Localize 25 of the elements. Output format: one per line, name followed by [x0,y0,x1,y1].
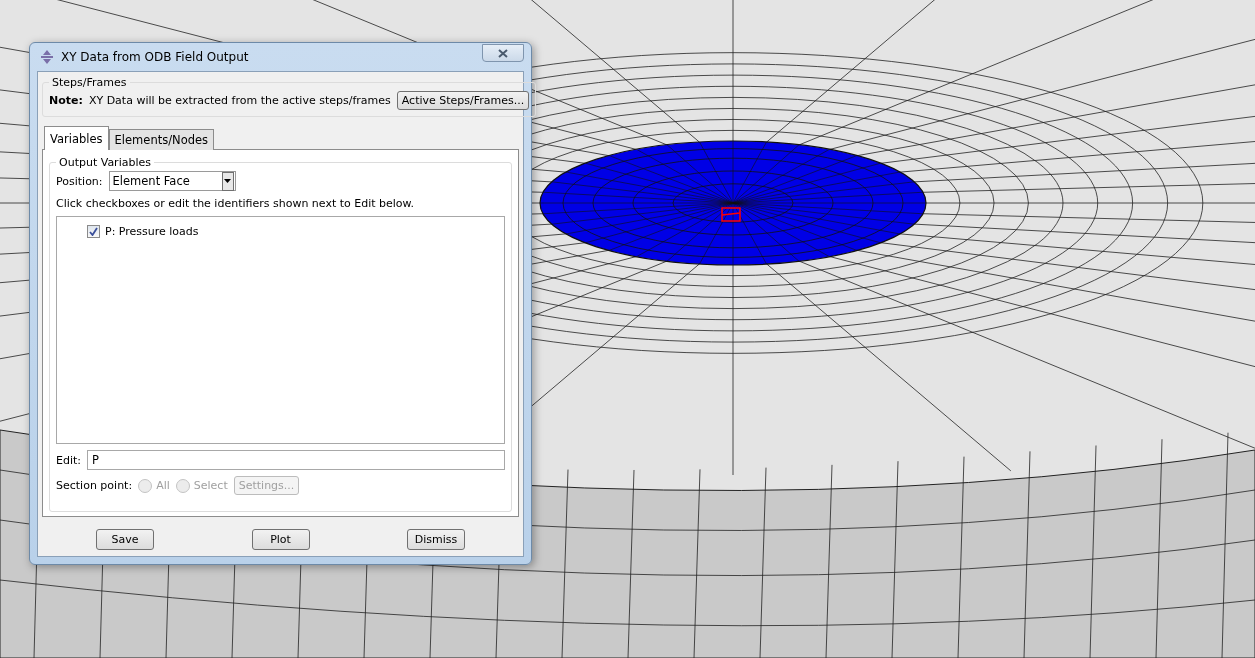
close-button[interactable] [482,44,524,62]
close-icon [498,48,508,58]
edit-label: Edit: [56,453,81,467]
dialog-button[interactable]: Dismiss [407,529,465,550]
variable-label: P: Pressure loads [105,225,199,238]
dialog-button[interactable]: Plot [251,529,310,550]
group-title: Output Variables [58,156,152,169]
window-title: XY Data from ODB Field Output [61,50,250,64]
position-dropdown[interactable]: Element Face [108,171,236,191]
radio-label: Select [193,479,228,492]
tab[interactable]: Variables [44,126,109,150]
radio-label: All [156,479,170,492]
instruction-text: Click checkboxes or edit the identifiers shown next to Edit below. [56,197,416,210]
dropdown-arrow-icon [224,179,232,183]
move-icon [39,49,55,65]
active-steps-button[interactable]: Active Steps/Frames... [396,91,530,110]
note-label: Note: [49,94,83,107]
section-point-label: Section point: [56,479,133,492]
note-text: XY Data will be extracted from the active steps/frames [88,94,391,107]
edit-field[interactable]: P [87,450,505,470]
tab[interactable]: Elements/Nodes [108,129,215,150]
group-title: Steps/Frames [51,76,128,89]
checkbox[interactable] [87,225,100,238]
position-label: Position: [56,174,103,188]
dialog-button[interactable]: Save [96,529,154,550]
